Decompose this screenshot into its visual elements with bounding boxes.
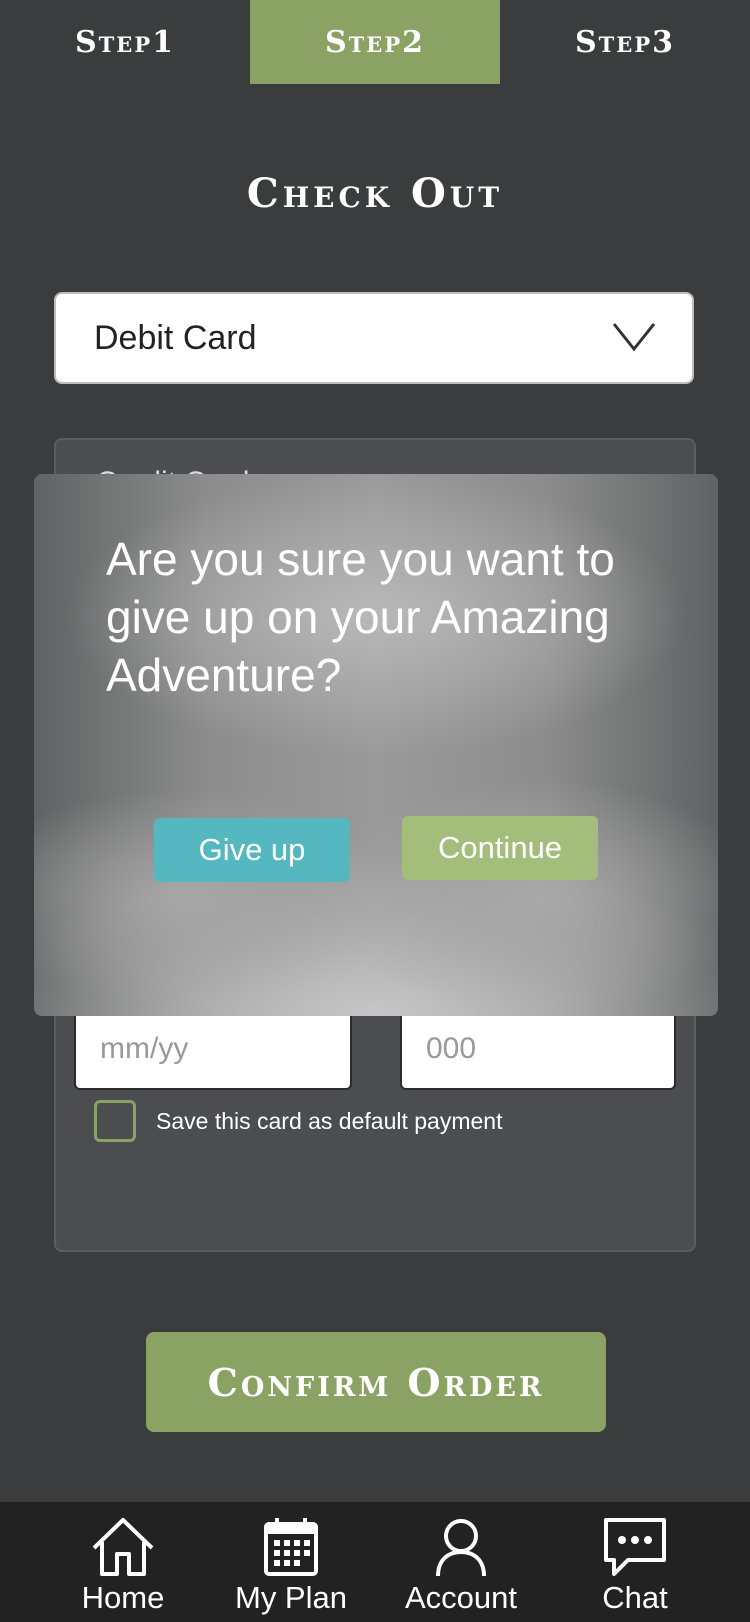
give-up-button[interactable]: Give up [154, 818, 350, 882]
chevron-down-icon [612, 323, 656, 352]
tab-home[interactable]: Home [38, 1502, 208, 1622]
bottom-tab-bar: Home My Plan Account Chat [0, 1502, 750, 1622]
person-icon [436, 1519, 486, 1577]
step-tab-2[interactable]: Step2 [250, 0, 500, 84]
continue-button[interactable]: Continue [402, 816, 598, 880]
confirm-order-button[interactable]: Confirm Order [146, 1332, 606, 1432]
tab-account[interactable]: Account [376, 1502, 546, 1622]
tab-my-plan-label: My Plan [235, 1580, 347, 1615]
tab-chat[interactable]: Chat [550, 1502, 720, 1622]
expiry-placeholder: mm/yy [100, 1032, 189, 1065]
step-tab-1[interactable]: Step1 [0, 0, 250, 84]
tab-account-label: Account [404, 1580, 517, 1615]
save-default-checkbox[interactable] [94, 1100, 136, 1142]
modal-message: Are you sure you want to give up on your… [106, 533, 615, 701]
payment-method-value: Debit Card [94, 318, 257, 357]
save-default-label: Save this card as default payment [156, 1108, 503, 1134]
chat-bubble-icon [604, 1518, 666, 1576]
tab-home-label: Home [81, 1580, 165, 1615]
page-title: Check Out [246, 170, 504, 217]
calendar-icon [264, 1518, 318, 1576]
give-up-modal: Are you sure you want to give up on your… [34, 474, 718, 1016]
cvv-placeholder: 000 [426, 1032, 477, 1065]
home-icon [92, 1518, 154, 1576]
payment-method-select[interactable]: Debit Card [54, 292, 694, 384]
tab-my-plan[interactable]: My Plan [206, 1502, 376, 1622]
step-tabs: Step1 Step2 Step3 [0, 0, 750, 84]
step-tab-3[interactable]: Step3 [500, 0, 750, 84]
tab-chat-label: Chat [602, 1580, 668, 1615]
